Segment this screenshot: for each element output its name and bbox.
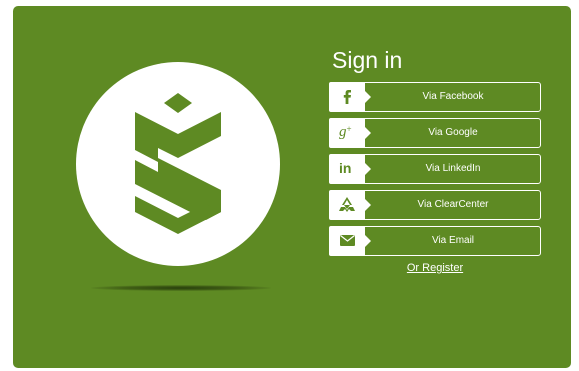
google-login-button[interactable]: g+ Via Google: [329, 118, 541, 148]
email-login-label: Via Email: [431, 235, 475, 246]
icon-box: [329, 190, 371, 220]
email-login-button[interactable]: Via Email: [329, 226, 541, 256]
linkedin-login-button[interactable]: in Via LinkedIn: [329, 154, 541, 184]
linkedin-icon: in: [339, 160, 352, 176]
s-shield-logo-icon: [135, 93, 221, 234]
envelope-icon: [340, 235, 355, 246]
logo-shadow: [91, 285, 271, 291]
clearcenter-login-button[interactable]: Via ClearCenter: [329, 190, 541, 220]
signin-section: Sign in Via Facebook g+ Via Google in Vi…: [329, 46, 544, 274]
google-plus-icon: g+: [339, 124, 352, 140]
register-link[interactable]: Or Register: [329, 262, 541, 274]
page-title: Sign in: [332, 47, 403, 73]
clearcenter-icon: [339, 197, 355, 212]
icon-box: [329, 226, 371, 256]
icon-box: in: [329, 154, 371, 184]
icon-box: [329, 82, 371, 112]
login-panel: Sign in Via Facebook g+ Via Google in Vi…: [13, 6, 571, 368]
linkedin-login-label: Via LinkedIn: [425, 163, 481, 174]
logo: [76, 62, 280, 266]
facebook-icon: [343, 90, 351, 104]
google-login-label: Via Google: [428, 127, 478, 138]
logo-circle: [76, 62, 280, 266]
clearcenter-login-label: Via ClearCenter: [417, 199, 489, 210]
facebook-login-button[interactable]: Via Facebook: [329, 82, 541, 112]
facebook-login-label: Via Facebook: [422, 91, 484, 102]
icon-box: g+: [329, 118, 371, 148]
